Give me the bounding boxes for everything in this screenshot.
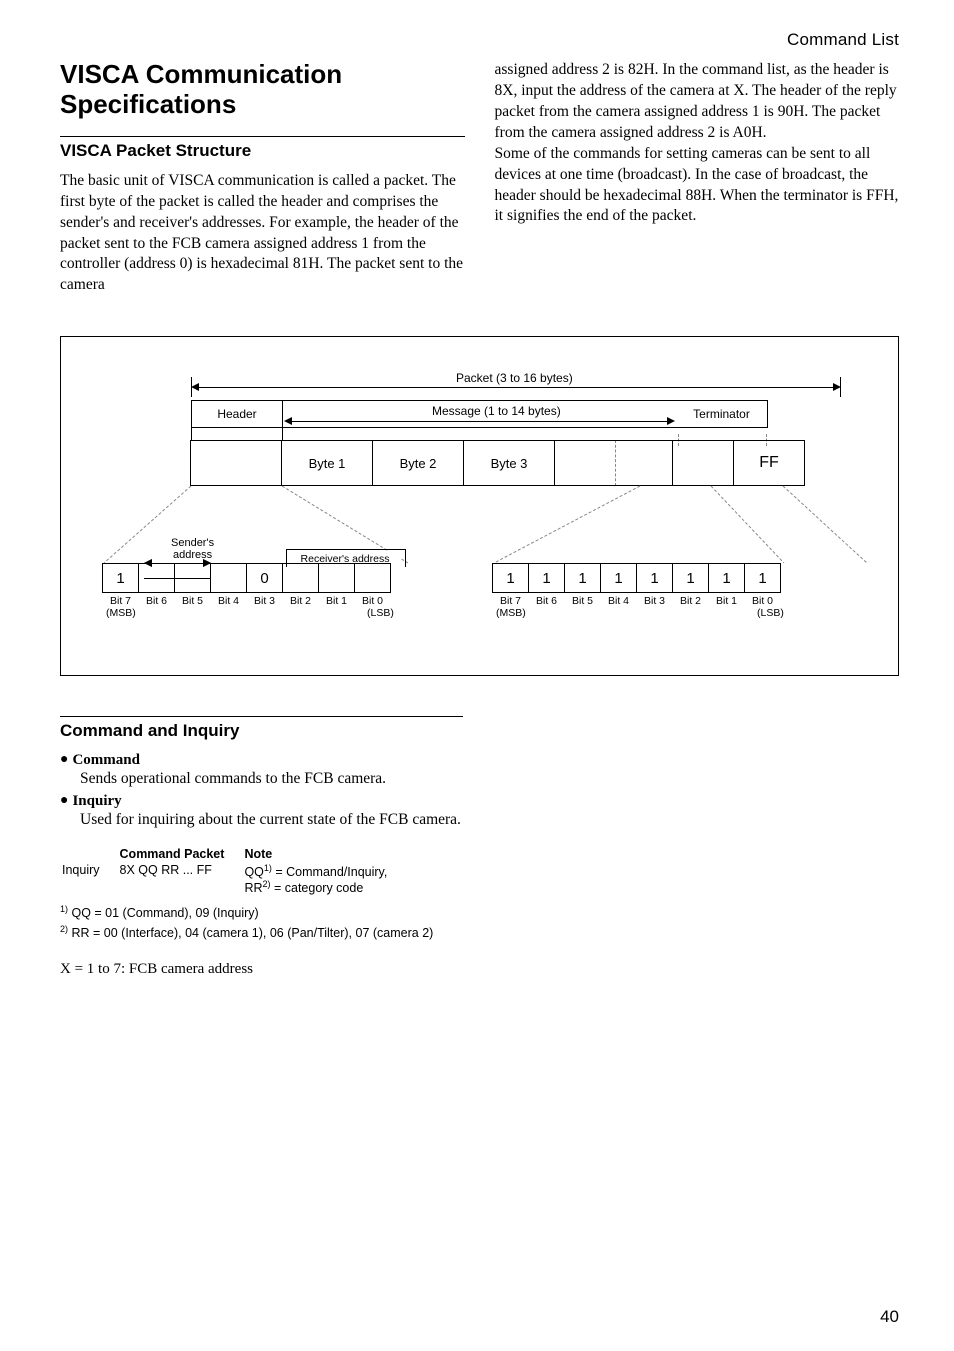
- diagram-byte-blank2: [615, 440, 673, 486]
- diagram-bit-label: Bit 3: [636, 595, 673, 607]
- running-head: Command List: [60, 30, 899, 50]
- diagram-msb-label2: (MSB): [496, 607, 526, 619]
- diagram-msb-label: (MSB): [106, 607, 136, 619]
- diagram-byte2: Byte 2: [372, 440, 464, 486]
- diagram-bit-cell: 1: [744, 563, 781, 593]
- diagram-bit-cell: [354, 563, 391, 593]
- diagram-senders-address-label: Sender's address: [171, 537, 214, 561]
- x-note: X = 1 to 7: FCB camera address: [60, 961, 463, 978]
- table-header-note: Note: [244, 847, 405, 861]
- diagram-lsb-label2: (LSB): [757, 607, 784, 619]
- diagram-bit-cell: 1: [600, 563, 637, 593]
- diagram-bit-label: Bit 3: [246, 595, 283, 607]
- bullet-label-command: Command: [72, 752, 140, 768]
- diagram-bit-cell: 1: [636, 563, 673, 593]
- diagram-bit-label: Bit 2: [282, 595, 319, 607]
- diagram-guide-lines-right: [491, 485, 871, 565]
- diagram-bit-label: Bit 1: [708, 595, 745, 607]
- diagram-bit-label: Bit 6: [138, 595, 175, 607]
- diagram-bit-cell: 0: [246, 563, 283, 593]
- page-number: 40: [880, 1307, 899, 1327]
- table-row-packet: 8X QQ RR ... FF: [120, 863, 243, 895]
- diagram-byte-blank1: [554, 440, 616, 486]
- bullet-inquiry: ● Inquiry: [60, 792, 463, 810]
- diagram-byte3: Byte 3: [463, 440, 555, 486]
- diagram-lsb-label: (LSB): [367, 607, 394, 619]
- diagram-header-bit-labels: Bit 7 Bit 6 Bit 5 Bit 4 Bit 3 Bit 2 Bit …: [103, 595, 391, 607]
- diagram-receiver-addr-box: [286, 549, 406, 567]
- bullet-icon: ●: [60, 793, 68, 808]
- table-row-label: Inquiry: [62, 863, 118, 895]
- page-title: VISCA Communication Specifications: [60, 60, 465, 120]
- diagram-header-box: Header: [191, 400, 283, 428]
- bullet-label-inquiry: Inquiry: [72, 793, 121, 809]
- diagram-bit-cell: 1: [492, 563, 529, 593]
- diagram-ff-bit-labels: Bit 7 Bit 6 Bit 5 Bit 4 Bit 3 Bit 2 Bit …: [493, 595, 781, 607]
- diagram-message-label: Message (1 to 14 bytes): [432, 404, 561, 418]
- section-heading-command-inquiry: Command and Inquiry: [60, 721, 463, 741]
- diagram-bit-label: Bit 1: [318, 595, 355, 607]
- section-rule: [60, 716, 463, 717]
- diagram-bit-label: Bit 2: [672, 595, 709, 607]
- diagram-bit-label: Bit 7: [102, 595, 139, 607]
- diagram-byte-blank3: [672, 440, 734, 486]
- diagram-bit-cell: [210, 563, 247, 593]
- bullet-desc-inquiry: Used for inquiring about the current sta…: [80, 810, 463, 831]
- diagram-bit-cell: 1: [528, 563, 565, 593]
- diagram-bit-label: Bit 5: [564, 595, 601, 607]
- diagram-terminator-box: Terminator: [676, 400, 768, 428]
- bullet-desc-command: Sends operational commands to the FCB ca…: [80, 769, 463, 790]
- diagram-ff-bits: 1 1 1 1 1 1 1 1: [493, 563, 781, 593]
- diagram-bit-cell: [318, 563, 355, 593]
- diagram-bit-cell: [282, 563, 319, 593]
- diagram-bit-label: Bit 0: [744, 595, 781, 607]
- diagram-bit-label: Bit 7: [492, 595, 529, 607]
- diagram-packet-label: Packet (3 to 16 bytes): [456, 371, 573, 385]
- section-heading-packet: VISCA Packet Structure: [60, 141, 465, 161]
- footnotes: 1) QQ = 01 (Command), 09 (Inquiry) 2) RR…: [60, 903, 463, 942]
- diagram-bit-label: Bit 6: [528, 595, 565, 607]
- diagram-bit-label: Bit 4: [210, 595, 247, 607]
- diagram-bit-cell: 1: [564, 563, 601, 593]
- right-paragraph: assigned address 2 is 82H. In the comman…: [495, 60, 900, 227]
- diagram-bit-cell: 1: [708, 563, 745, 593]
- diagram-bit-cell: 1: [102, 563, 139, 593]
- diagram-message-box: Message (1 to 14 bytes): [282, 400, 677, 428]
- packet-diagram: Packet (3 to 16 bytes) Header Message (1…: [60, 336, 899, 676]
- table-header-packet: Command Packet: [120, 847, 243, 861]
- section-rule: [60, 136, 465, 137]
- command-packet-table: Command Packet Note Inquiry 8X QQ RR ...…: [60, 845, 407, 897]
- left-paragraph: The basic unit of VISCA communication is…: [60, 171, 465, 297]
- diagram-bit-label: Bit 5: [174, 595, 211, 607]
- diagram-bit-label: Bit 4: [600, 595, 637, 607]
- diagram-byte1: Byte 1: [281, 440, 373, 486]
- diagram-header-byte: [190, 440, 282, 486]
- table-row-note: QQ1) = Command/Inquiry, RR2) = category …: [244, 863, 405, 895]
- diagram-bit-label: Bit 0: [354, 595, 391, 607]
- diagram-header-bits: 1 0: [103, 563, 391, 593]
- bullet-command: ● Command: [60, 751, 463, 769]
- diagram-bit-cell: 1: [672, 563, 709, 593]
- bullet-icon: ●: [60, 752, 68, 767]
- diagram-ff-byte: FF: [733, 440, 805, 486]
